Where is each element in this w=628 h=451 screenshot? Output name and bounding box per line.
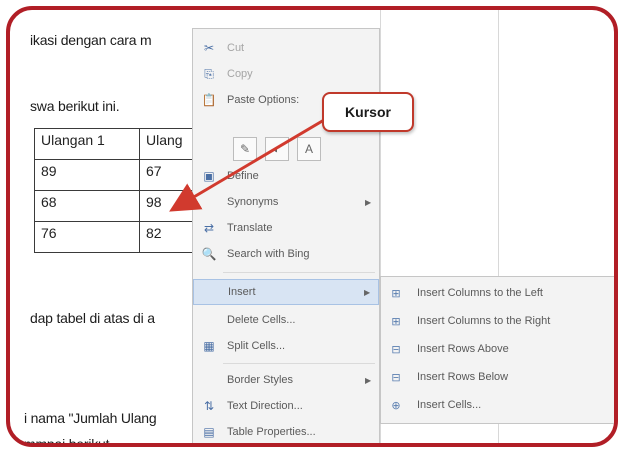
chevron-right-icon: ▶	[365, 197, 372, 207]
menu-item-border-styles[interactable]: Border Styles ▶	[193, 367, 379, 393]
document-text-line: dap tabel di atas di a	[30, 310, 155, 326]
menu-separator	[223, 363, 375, 364]
chevron-right-icon: ▶	[365, 375, 372, 385]
delete-cells-icon	[199, 310, 219, 330]
menu-item-label: Table Properties...	[227, 426, 316, 438]
menu-item-synonyms[interactable]: Synonyms ▶	[193, 189, 379, 215]
insert-rows-below-icon: ⊟	[391, 371, 401, 384]
context-menu: ✂ Cut ⎘ Copy 📋 Paste Options: ✎ ◐ A ▣ De…	[192, 28, 380, 443]
search-icon: 🔍	[201, 247, 217, 261]
table-cell[interactable]: 89	[34, 159, 140, 191]
table-cell[interactable]: 68	[34, 190, 140, 222]
submenu-item-insert-columns-left[interactable]: ⊞ Insert Columns to the Left	[381, 279, 614, 307]
table-cell[interactable]: 67	[139, 159, 199, 191]
document-text-line: mmpai berikut	[24, 436, 110, 447]
keep-text-only-icon[interactable]: A	[297, 137, 321, 161]
submenu-item-insert-columns-right[interactable]: ⊞ Insert Columns to the Right	[381, 307, 614, 335]
menu-item-label: Delete Cells...	[227, 314, 296, 326]
submenu-item-insert-cells[interactable]: ⊕ Insert Cells...	[381, 391, 614, 419]
merge-formatting-icon[interactable]: ◐	[265, 137, 289, 161]
submenu-item-insert-rows-above[interactable]: ⊟ Insert Rows Above	[381, 335, 614, 363]
insert-columns-right-icon: ⊞	[391, 315, 401, 328]
text-direction-icon: ⇅	[203, 399, 215, 413]
insert-submenu: ⊞ Insert Columns to the Left ⊞ Insert Co…	[380, 276, 614, 424]
menu-item-table-properties[interactable]: ▤ Table Properties...	[193, 419, 379, 443]
table-properties-icon: ▤	[203, 425, 215, 439]
table-cell-with-cursor[interactable]: 98	[139, 190, 199, 222]
cursor-callout: Kursor	[322, 92, 414, 132]
illustration-frame: ikasi dengan cara m swa berikut ini. dap…	[6, 6, 618, 447]
border-styles-icon	[199, 370, 219, 390]
table-header-cell[interactable]: Ulang	[139, 128, 199, 160]
split-cells-icon: ▦	[203, 339, 215, 353]
table-cell[interactable]: 82	[139, 221, 199, 253]
menu-item-translate[interactable]: ⇄ Translate	[193, 215, 379, 241]
submenu-item-label: Insert Columns to the Right	[417, 315, 551, 327]
document-text-line: swa berikut ini.	[30, 98, 120, 114]
document-text-line: ikasi dengan cara m	[30, 32, 152, 48]
menu-item-label: Translate	[227, 222, 273, 234]
paste-icon: 📋	[201, 93, 217, 107]
insert-rows-above-icon: ⊟	[391, 343, 401, 356]
menu-item-label: Cut	[227, 42, 245, 54]
translate-icon: ⇄	[203, 221, 215, 235]
copy-icon: ⎘	[204, 66, 214, 81]
synonyms-icon	[199, 192, 219, 212]
submenu-item-insert-rows-below[interactable]: ⊟ Insert Rows Below	[381, 363, 614, 391]
menu-item-split-cells[interactable]: ▦ Split Cells...	[193, 333, 379, 359]
menu-item-insert[interactable]: Insert ▶	[193, 279, 379, 305]
chevron-right-icon: ▶	[364, 287, 371, 297]
submenu-item-label: Insert Rows Above	[417, 343, 509, 355]
insert-cells-icon: ⊕	[391, 399, 401, 412]
table-cell[interactable]: 76	[34, 221, 140, 253]
paste-options-group: ✎ ◐ A	[233, 137, 321, 161]
menu-item-search-with-bing[interactable]: 🔍 Search with Bing	[193, 241, 379, 267]
document-page: ikasi dengan cara m swa berikut ini. dap…	[10, 10, 614, 443]
insert-icon	[200, 282, 220, 302]
menu-item-label: Synonyms	[227, 196, 279, 208]
menu-item-label: Insert	[228, 286, 256, 298]
submenu-item-label: Insert Columns to the Left	[417, 287, 543, 299]
menu-item-cut[interactable]: ✂ Cut	[193, 35, 379, 61]
menu-item-text-direction[interactable]: ⇅ Text Direction...	[193, 393, 379, 419]
menu-item-label: Search with Bing	[227, 248, 310, 260]
menu-item-label: Text Direction...	[227, 400, 303, 412]
menu-item-label: Copy	[227, 68, 253, 80]
define-icon: ▣	[203, 169, 215, 183]
menu-item-delete-cells[interactable]: Delete Cells...	[193, 307, 379, 333]
submenu-item-label: Insert Rows Below	[417, 371, 509, 383]
table-header-cell[interactable]: Ulangan 1	[34, 128, 140, 160]
submenu-item-label: Insert Cells...	[417, 399, 482, 411]
scissors-icon: ✂	[203, 41, 215, 55]
menu-item-label: Border Styles	[227, 374, 294, 386]
menu-item-copy[interactable]: ⎘ Copy	[193, 61, 379, 87]
menu-item-label: Split Cells...	[227, 340, 286, 352]
document-text-line: i nama "Jumlah Ulang	[24, 410, 157, 426]
menu-item-label: Define	[227, 170, 259, 182]
menu-item-define[interactable]: ▣ Define	[193, 163, 379, 189]
keep-formatting-icon[interactable]: ✎	[233, 137, 257, 161]
menu-separator	[223, 272, 375, 273]
insert-columns-left-icon: ⊞	[391, 287, 401, 300]
